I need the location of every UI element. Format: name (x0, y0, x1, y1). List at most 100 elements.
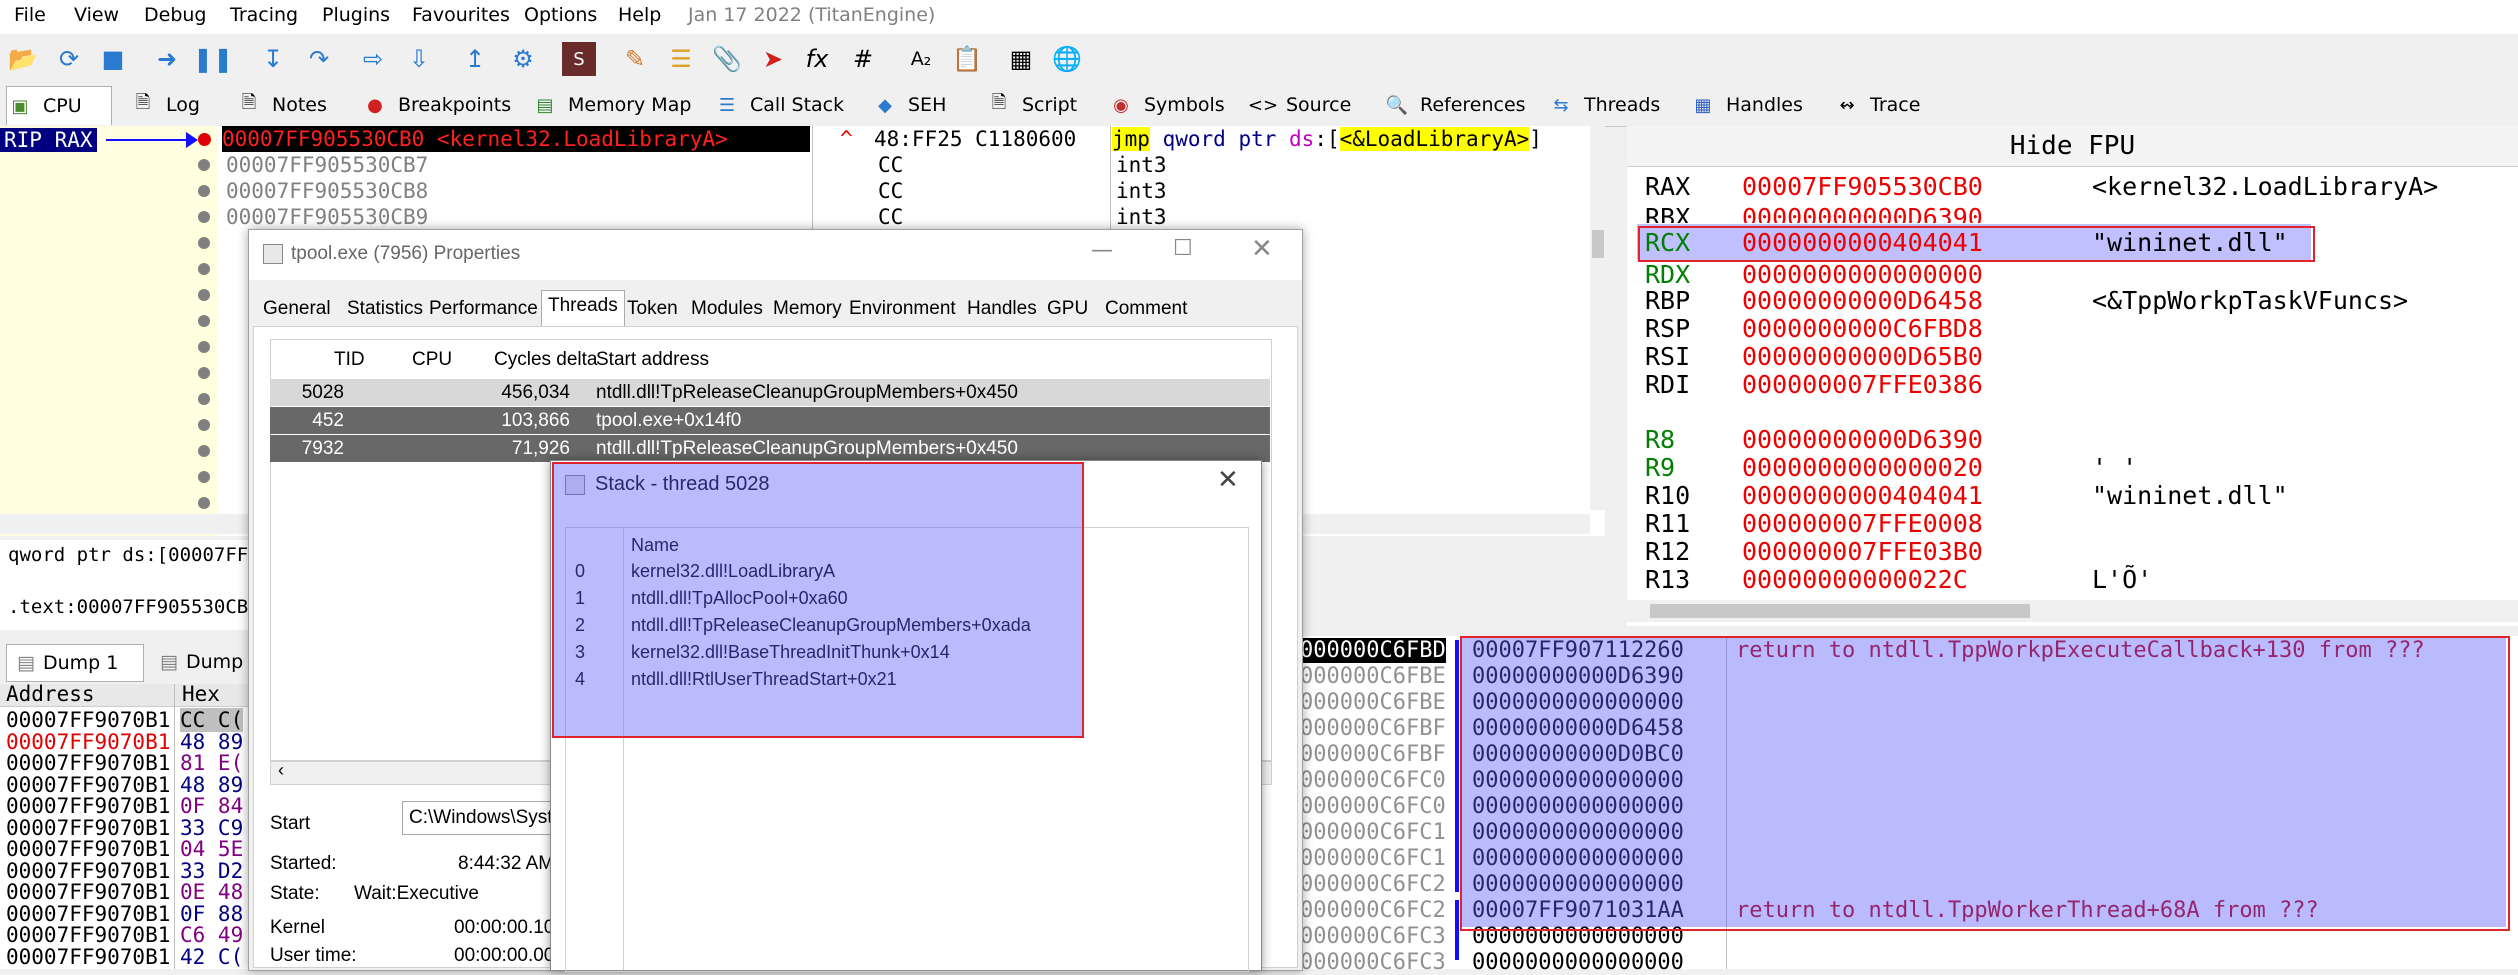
disasm-vscrollbar[interactable] (1590, 126, 1605, 510)
disasm-bytes[interactable]: CC (878, 204, 903, 230)
step-over-icon[interactable]: ↷ (302, 42, 336, 76)
menu-options[interactable]: Options (524, 4, 597, 26)
reg-value[interactable]: 000000007FFE0008 (1742, 509, 1983, 538)
reg-value[interactable]: 0000000000404041 (1742, 481, 1983, 510)
reg-value[interactable]: 00000000000D6458 (1742, 286, 1983, 315)
variables-icon[interactable]: # (846, 42, 880, 76)
tab-comment[interactable]: Comment (1105, 294, 1187, 324)
dump-hex[interactable]: 04 5E (180, 837, 243, 861)
breakpoint-dot-icon[interactable] (198, 315, 210, 327)
tab-script[interactable]: 🗎 Script (986, 86, 1077, 124)
reg-value[interactable]: 00000000000022C (1742, 565, 1968, 594)
execute-till-user-icon[interactable]: ⚙ (506, 42, 540, 76)
column-cycles-delta[interactable]: Cycles delta (494, 349, 598, 371)
close-icon[interactable]: ✕ (1217, 465, 1239, 495)
minimize-icon[interactable]: — (1091, 238, 1113, 263)
breakpoint-dot-icon[interactable] (198, 133, 211, 146)
disasm-scroll-thumb[interactable] (1592, 230, 1604, 258)
dump-address[interactable]: 00007FF9070B1 (6, 880, 170, 904)
tab-statistics[interactable]: Statistics (347, 294, 423, 324)
breakpoint-dot-icon[interactable] (198, 445, 210, 457)
scroll-left-icon[interactable]: ‹ (278, 760, 284, 781)
menu-file[interactable]: File (14, 4, 46, 26)
disasm-bytes[interactable]: 48:FF25 C1180600 (874, 126, 1076, 152)
tab-token[interactable]: Token (627, 294, 678, 324)
tab-modules[interactable]: Modules (691, 294, 763, 324)
dump-address[interactable]: 00007FF9070B1 (6, 730, 170, 754)
stack-address[interactable]: 000000C6FBF (1300, 742, 1446, 767)
patch-icon[interactable]: ✎ (618, 42, 652, 76)
dump-hex[interactable]: 48 89 (180, 773, 243, 797)
dump-hex[interactable]: 33 C9 (180, 816, 243, 840)
dump-hex[interactable]: 48 89 (180, 730, 243, 754)
font-icon[interactable]: A₂ (904, 42, 938, 76)
breakpoint-dot-icon[interactable] (198, 237, 210, 249)
globe-icon[interactable]: 🌐 (1050, 42, 1084, 76)
dump-address[interactable]: 00007FF9070B1 (6, 773, 170, 797)
reg-value[interactable]: 0000000000404041 (1742, 228, 1983, 257)
disasm-instruction-current[interactable]: jmp qword ptr ds:[<&LoadLibraryA>] (1112, 126, 1542, 152)
dump-address[interactable]: 00007FF9070B1 (6, 751, 170, 775)
thread-row[interactable]: 7932 71,926 ntdll.dll!TpReleaseCleanupGr… (270, 435, 1270, 462)
tab-seh[interactable]: ◆ SEH (872, 86, 946, 124)
column-tid[interactable]: TID (334, 349, 365, 371)
dump-address[interactable]: 00007FF9070B1 (6, 816, 170, 840)
functions-icon[interactable]: fx (800, 42, 834, 76)
column-start-address[interactable]: Start address (596, 349, 709, 371)
tab-notes[interactable]: 🗎 Notes (236, 86, 327, 124)
breakpoint-dot-icon[interactable] (198, 211, 210, 223)
stack-address[interactable]: 000000C6FC1 (1300, 846, 1446, 871)
reg-value[interactable]: 00000000000D6390 (1742, 203, 1983, 223)
breakpoint-dot-icon[interactable] (198, 289, 210, 301)
breakpoint-dot-icon[interactable] (198, 185, 210, 197)
run-icon[interactable]: ➜ (150, 42, 184, 76)
disasm-address[interactable]: 00007FF905530CB8 (226, 178, 428, 204)
disasm-address[interactable]: 00007FF905530CB7 (226, 152, 428, 178)
tab-cpu[interactable]: ▣ CPU (6, 86, 112, 125)
disasm-bytes[interactable]: CC (878, 152, 903, 178)
tab-dump-2[interactable]: ▤ Dump (156, 644, 250, 680)
breakpoint-dot-icon[interactable] (198, 497, 210, 509)
tab-gpu[interactable]: GPU (1047, 294, 1088, 324)
tab-memory-map[interactable]: ▤ Memory Map (532, 86, 691, 124)
disasm-address[interactable]: 00007FF905530CB9 (226, 204, 428, 230)
restart-icon[interactable]: ⟳ (52, 42, 86, 76)
tab-log[interactable]: 🗎 Log (130, 86, 200, 124)
open-icon[interactable]: 📂 (6, 42, 40, 76)
stack-address[interactable]: 000000C6FC0 (1300, 794, 1446, 819)
stack-address[interactable]: 000000C6FBF (1300, 716, 1446, 741)
dump-header-address[interactable]: Address (6, 682, 95, 706)
execute-till-return-icon[interactable]: ↥ (458, 42, 492, 76)
breakpoint-dot-icon[interactable] (198, 263, 210, 275)
reg-value[interactable]: 0000000000000000 (1742, 260, 1983, 284)
calculator-icon[interactable]: ▦ (1004, 42, 1038, 76)
reg-value[interactable]: 0000000000000020 (1742, 453, 1983, 482)
trace-over-icon[interactable]: ⇩ (402, 42, 436, 76)
tab-references[interactable]: 🔍 References (1384, 86, 1526, 124)
tab-threads[interactable]: Threads (541, 290, 625, 327)
reg-value[interactable]: 00000000000D6390 (1742, 425, 1983, 454)
maximize-icon[interactable]: ☐ (1173, 236, 1193, 261)
stack-address[interactable]: 000000C6FC3 (1300, 924, 1446, 949)
menu-debug[interactable]: Debug (144, 4, 206, 26)
disasm-address-current[interactable]: 00007FF905530CB0 <kernel32.LoadLibraryA> (222, 126, 810, 152)
tab-threads[interactable]: ⇆ Threads (1548, 86, 1660, 124)
bookmarks-icon[interactable]: ➤ (756, 42, 790, 76)
tab-general[interactable]: General (263, 294, 331, 324)
tab-source[interactable]: <> Source (1248, 86, 1351, 124)
dump-address[interactable]: 00007FF9070B1 (6, 923, 170, 947)
dump-hex[interactable]: 42 C( (180, 945, 243, 969)
reg-value[interactable]: 00007FF905530CB0 (1742, 172, 1983, 201)
dump-address[interactable]: 00007FF9070B1 (6, 945, 170, 969)
menu-tracing[interactable]: Tracing (230, 4, 298, 26)
start-address-field[interactable]: C:\Windows\Syst (402, 801, 570, 835)
script-icon[interactable]: S (562, 42, 596, 76)
tab-handles[interactable]: ▦ Handles (1690, 86, 1802, 124)
disasm-bytes[interactable]: CC (878, 178, 903, 204)
disasm-instruction[interactable]: int3 (1116, 178, 1167, 204)
trace-into-icon[interactable]: ⇨ (356, 42, 390, 76)
menu-view[interactable]: View (74, 4, 119, 26)
tab-memory[interactable]: Memory (773, 294, 842, 324)
tab-performance[interactable]: Performance (429, 294, 538, 324)
comments-icon[interactable]: ☰ (664, 42, 698, 76)
